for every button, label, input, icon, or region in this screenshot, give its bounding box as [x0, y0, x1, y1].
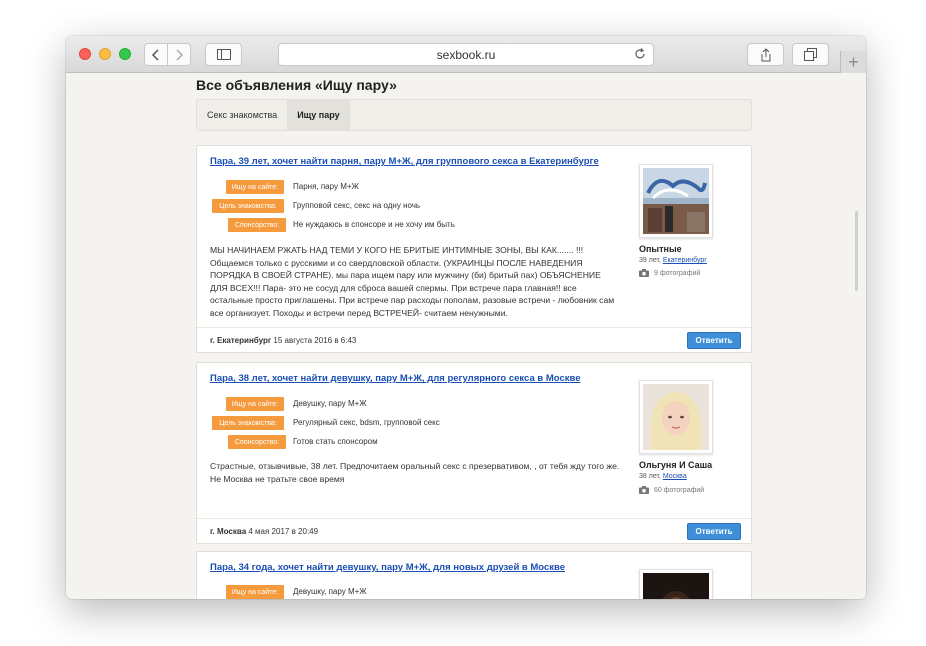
avatar-photo	[643, 384, 709, 450]
minimize-window-button[interactable]	[99, 48, 111, 60]
zoom-window-button[interactable]	[119, 48, 131, 60]
field-value: Парня, пару М+Ж	[293, 182, 359, 191]
listing-location-date: г. Москва 4 мая 2017 в 20:49	[210, 527, 318, 536]
forward-button[interactable]	[167, 43, 191, 66]
listing-card: Пара, 38 лет, хочет найти девушку, пару …	[196, 362, 752, 544]
page-content: Все объявления «Ищу пару» Секс знакомств…	[66, 73, 866, 599]
photo-count-text: 60 фотографий	[654, 486, 705, 494]
tab-sex-dating[interactable]: Секс знакомства	[197, 100, 287, 130]
avatar-photo	[643, 573, 709, 599]
share-icon	[761, 47, 770, 61]
listing-title-link[interactable]: Пара, 34 года, хочет найти девушку, пару…	[210, 562, 565, 573]
photo-count[interactable]: 9 фотографий	[639, 269, 700, 277]
sidebar-button[interactable]	[205, 43, 242, 66]
user-age-city: 39 лет, Екатеринбург	[639, 257, 707, 264]
field-value: Девушку, пару М+Ж	[293, 587, 367, 596]
listing-footer: г. Екатеринбург 15 августа 2016 в 6:43 О…	[197, 327, 751, 352]
plus-icon: +	[848, 51, 859, 72]
listing-footer: г. Москва 4 мая 2017 в 20:49 Ответить	[197, 518, 751, 543]
listing-field: Цель знакомства: Групповой секс, секс на…	[197, 199, 617, 213]
field-value: Регулярный секс, bdsm, групповой секс	[293, 418, 440, 427]
field-value: Готов стать спонсором	[293, 437, 378, 446]
listing-date: 4 мая 2017 в 20:49	[248, 527, 319, 536]
listing-title-link[interactable]: Пара, 38 лет, хочет найти девушку, пару …	[210, 373, 580, 384]
scrollbar[interactable]	[855, 211, 858, 291]
field-label-badge: Спонсорство:	[228, 435, 286, 449]
listing-card: Пара, 34 года, хочет найти девушку, пару…	[196, 551, 752, 599]
listing-field: Ищу на сайте: Девушку, пару М+Ж	[197, 397, 617, 411]
back-button[interactable]	[144, 43, 168, 66]
listing-card: Пара, 39 лет, хочет найти парня, пару М+…	[196, 145, 752, 353]
address-bar[interactable]: sexbook.ru	[278, 43, 654, 66]
tab-looking-for-couple[interactable]: Ищу пару	[287, 100, 350, 130]
browser-toolbar: sexbook.ru +	[66, 36, 866, 73]
photo-count[interactable]: 60 фотографий	[639, 486, 704, 494]
forward-icon	[176, 48, 184, 61]
listing-city: г. Москва	[210, 527, 247, 536]
tabs-overview-button[interactable]	[792, 43, 829, 66]
listing-description: Страстные, отзывчивые, 38 лет. Предпочит…	[210, 461, 620, 484]
listing-description: МЫ НАЧИНАЕМ РЖАТЬ НАД ТЕМИ У КОГО НЕ БРИ…	[210, 245, 615, 318]
field-value: Не нуждаюсь в спонсоре и не хочу им быть	[293, 220, 455, 229]
user-name: Опытные	[639, 244, 682, 254]
field-label-badge: Ищу на сайте:	[226, 397, 284, 411]
user-avatar[interactable]	[639, 380, 713, 454]
listing-field: Ищу на сайте: Парня, пару М+Ж	[197, 180, 617, 194]
field-label-badge: Спонсорство:	[228, 218, 286, 232]
back-icon	[151, 48, 159, 61]
listing-field: Спонсорство: Не нуждаюсь в спонсоре и не…	[197, 218, 617, 232]
listing-field: Спонсорство: Готов стать спонсором	[197, 435, 617, 449]
new-tab-button[interactable]: +	[840, 51, 866, 73]
share-button[interactable]	[747, 43, 784, 66]
reload-icon[interactable]	[633, 47, 647, 61]
user-avatar[interactable]	[639, 164, 713, 238]
field-label-badge: Цель знакомства:	[212, 199, 284, 213]
browser-window: sexbook.ru + Все объявления «Ищу пару» С…	[66, 36, 866, 599]
user-city-link[interactable]: Екатеринбург	[663, 257, 707, 264]
user-age: 38 лет,	[639, 473, 661, 480]
field-value: Девушку, пару М+Ж	[293, 399, 367, 408]
avatar-photo	[643, 168, 709, 234]
user-avatar[interactable]	[639, 569, 713, 599]
field-value: Групповой секс, секс на одну ночь	[293, 201, 421, 210]
tabs-icon	[804, 48, 817, 61]
listing-date: 15 августа 2016 в 6:43	[273, 336, 357, 345]
listing-city: г. Екатеринбург	[210, 336, 272, 345]
listing-title-link[interactable]: Пара, 39 лет, хочет найти парня, пару М+…	[210, 156, 599, 167]
field-label-badge: Ищу на сайте:	[226, 585, 284, 599]
user-age: 39 лет,	[639, 257, 661, 264]
close-window-button[interactable]	[79, 48, 91, 60]
listing-field: Цель знакомства: Регулярный секс, bdsm, …	[197, 416, 617, 430]
reply-button[interactable]: Ответить	[687, 332, 741, 349]
user-name: Ольгуня И Саша	[639, 460, 713, 470]
photo-count-text: 9 фотографий	[654, 269, 701, 277]
user-city-link[interactable]: Москва	[663, 473, 687, 480]
camera-icon	[639, 269, 649, 277]
listing-location-date: г. Екатеринбург 15 августа 2016 в 6:43	[210, 336, 356, 345]
listing-field: Ищу на сайте: Девушку, пару М+Ж	[197, 585, 617, 599]
category-tabs: Секс знакомства Ищу пару	[196, 99, 752, 131]
camera-icon	[639, 486, 649, 494]
user-age-city: 38 лет, Москва	[639, 473, 687, 480]
page-title: Все объявления «Ищу пару»	[196, 77, 397, 93]
reply-button[interactable]: Ответить	[687, 523, 741, 540]
sidebar-icon	[216, 49, 231, 60]
field-label-badge: Цель знакомства:	[212, 416, 284, 430]
field-label-badge: Ищу на сайте:	[226, 180, 284, 194]
url-text: sexbook.ru	[436, 47, 496, 62]
